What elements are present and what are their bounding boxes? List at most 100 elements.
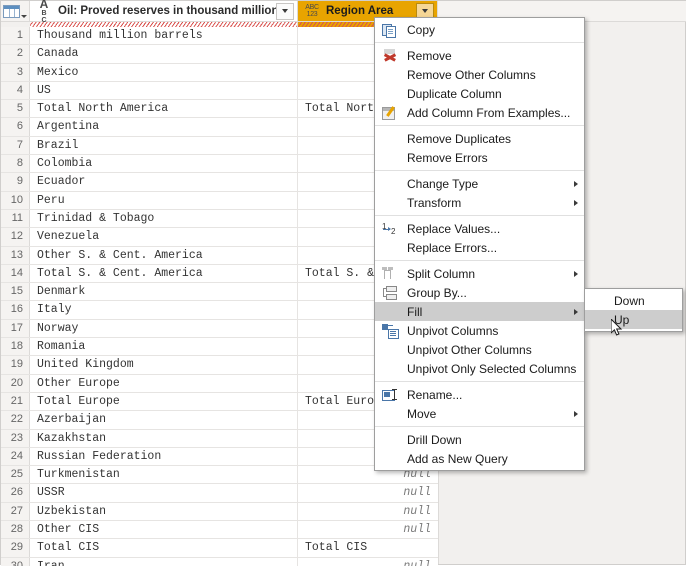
menu-item-remove-duplicates[interactable]: Remove Duplicates (375, 129, 584, 148)
cell-oil-proved-reserves[interactable]: Azerbaijan (30, 411, 298, 429)
cell-oil-proved-reserves[interactable]: Italy (30, 301, 298, 319)
table-row[interactable]: 5 Total North America Total North America (1, 100, 438, 119)
table-row[interactable]: 8 Colombia (1, 155, 438, 174)
table-row[interactable]: 22 Azerbaijan (1, 411, 438, 430)
menu-item-add-column-from-examples[interactable]: Add Column From Examples... (375, 103, 584, 122)
table-row[interactable]: 14Total S. & Cent. AmericaTotal S. & Cen… (1, 264, 438, 284)
table-row[interactable]: 26 USSR null (1, 484, 438, 503)
table-row[interactable]: 10 Peru (1, 191, 438, 210)
cell-oil-proved-reserves[interactable]: Total North America (30, 100, 298, 118)
table-row[interactable]: 3 Mexico (1, 63, 438, 82)
table-row[interactable]: 11 Trinidad & Tobago (1, 209, 438, 229)
cell-oil-proved-reserves[interactable]: Colombia (30, 155, 298, 173)
cell-region-area[interactable]: null (298, 521, 438, 538)
row-number: 2 (1, 45, 30, 63)
table-row[interactable]: 19 United Kingdom (1, 356, 438, 375)
cell-oil-proved-reserves[interactable]: Uzbekistan (30, 502, 298, 521)
table-row[interactable]: 6 Argentina (1, 118, 438, 137)
menu-item-remove-other-columns[interactable]: Remove Other Columns (375, 65, 584, 84)
menu-item-unpivot-only-selected-columns[interactable]: Unpivot Only Selected Columns (375, 359, 584, 378)
menu-item-transform[interactable]: Transform (375, 193, 584, 212)
menu-item-split-column[interactable]: Split Column (375, 264, 584, 283)
table-row[interactable]: 16 Italy (1, 301, 438, 320)
table-row[interactable]: 27 Uzbekistan null (1, 502, 438, 522)
menu-item-group-by[interactable]: Group By... (375, 283, 584, 302)
table-row[interactable]: 13 Other S. & Cent. America (1, 246, 438, 265)
table-row[interactable]: 1 Thousand million barrels (1, 27, 438, 46)
menu-item-icon-slot (375, 20, 405, 39)
cell-oil-proved-reserves[interactable]: Russian Federation (30, 447, 298, 466)
cell-oil-proved-reserves[interactable]: Total Europe (30, 392, 298, 411)
table-row[interactable]: 18 Romania (1, 338, 438, 357)
menu-item-label: Remove Duplicates (407, 131, 512, 146)
cell-oil-proved-reserves[interactable]: USSR (30, 484, 298, 502)
menu-item-fill[interactable]: Fill (375, 302, 584, 321)
cell-oil-proved-reserves[interactable]: United Kingdom (30, 356, 298, 374)
cell-oil-proved-reserves[interactable]: Romania (30, 338, 298, 356)
table-row[interactable]: 9 Ecuador (1, 173, 438, 192)
cell-oil-proved-reserves[interactable]: Venezuela (30, 228, 298, 246)
cell-oil-proved-reserves[interactable]: Norway (30, 319, 298, 338)
table-row[interactable]: 20 Other Europe (1, 374, 438, 393)
menu-item-copy[interactable]: Copy (375, 20, 584, 39)
type-icon-line2: 123 (306, 11, 318, 18)
table-row[interactable]: 24 Russian Federation (1, 447, 438, 467)
grid-corner-button[interactable] (1, 1, 30, 22)
cell-oil-proved-reserves[interactable]: Total S. & Cent. America (30, 264, 298, 283)
cell-oil-proved-reserves[interactable]: Other S. & Cent. America (30, 246, 298, 264)
table-row[interactable]: 7 Brazil (1, 136, 438, 156)
cell-oil-proved-reserves[interactable]: Denmark (30, 283, 298, 301)
cell-oil-proved-reserves[interactable]: Mexico (30, 63, 298, 81)
cell-oil-proved-reserves[interactable]: Thousand million barrels (30, 27, 298, 45)
fill-submenu-item-down[interactable]: Down (585, 291, 682, 310)
menu-item-unpivot-other-columns[interactable]: Unpivot Other Columns (375, 340, 584, 359)
cell-region-area[interactable]: null (298, 484, 438, 501)
cell-oil-proved-reserves[interactable]: Total CIS (30, 539, 298, 557)
table-row[interactable]: 4 US (1, 81, 438, 101)
fill-submenu[interactable]: Down Up (584, 288, 683, 332)
table-row[interactable]: 12 Venezuela (1, 228, 438, 247)
menu-item-rename[interactable]: Rename... (375, 385, 584, 404)
menu-item-unpivot-columns[interactable]: Unpivot Columns (375, 321, 584, 340)
cell-oil-proved-reserves[interactable]: Argentina (30, 118, 298, 136)
row-number: 7 (1, 136, 30, 155)
column-header-oil-proved-reserves[interactable]: ABC Oil: Proved reserves in thousand mil… (30, 0, 298, 24)
table-row[interactable]: 2 Canada (1, 45, 438, 64)
row-number: 10 (1, 191, 30, 209)
cell-oil-proved-reserves[interactable]: Kazakhstan (30, 429, 298, 447)
column-context-menu[interactable]: Copy Remove Remove Other Columns Duplicate … (374, 17, 585, 471)
column-filter-dropdown-1[interactable] (276, 2, 294, 20)
menu-item-icon-slot (375, 321, 405, 340)
cell-oil-proved-reserves[interactable]: Trinidad & Tobago (30, 209, 298, 228)
menu-item-add-as-new-query[interactable]: Add as New Query (375, 449, 584, 468)
menu-item-replace-errors[interactable]: Replace Errors... (375, 238, 584, 257)
data-grid[interactable]: 1 Thousand million barrels 2 Canada 3 Mexico 4… (1, 27, 438, 566)
cell-oil-proved-reserves[interactable]: Other Europe (30, 374, 298, 392)
submenu-arrow-icon (568, 199, 584, 206)
table-row[interactable]: 28 Other CIS null (1, 521, 438, 540)
cell-oil-proved-reserves[interactable]: US (30, 81, 298, 100)
fill-submenu-item-up[interactable]: Up (585, 310, 682, 329)
cell-oil-proved-reserves[interactable]: Ecuador (30, 173, 298, 191)
cell-oil-proved-reserves[interactable]: Other CIS (30, 521, 298, 539)
cell-oil-proved-reserves[interactable]: Turkmenistan (30, 466, 298, 484)
menu-item-remove[interactable]: Remove (375, 46, 584, 65)
menu-item-replace-values[interactable]: 1 2 Replace Values... (375, 219, 584, 238)
table-row[interactable]: 17 Norway (1, 319, 438, 339)
cell-region-area[interactable]: null (298, 503, 438, 520)
menu-item-drill-down[interactable]: Drill Down (375, 430, 584, 449)
menu-item-change-type[interactable]: Change Type (375, 174, 584, 193)
menu-item-icon-slot (375, 385, 405, 404)
cell-oil-proved-reserves[interactable]: Brazil (30, 136, 298, 155)
table-row[interactable]: 25 Turkmenistan null (1, 466, 438, 485)
cell-region-area[interactable]: Total CIS (298, 539, 438, 556)
table-row[interactable]: 15 Denmark (1, 283, 438, 302)
menu-item-duplicate-column[interactable]: Duplicate Column (375, 84, 584, 103)
cell-oil-proved-reserves[interactable]: Canada (30, 45, 298, 63)
table-row[interactable]: 23 Kazakhstan (1, 429, 438, 448)
menu-item-remove-errors[interactable]: Remove Errors (375, 148, 584, 167)
table-row[interactable]: 29 Total CIS Total CIS (1, 539, 438, 558)
table-row[interactable]: 21 Total Europe Total Europe (1, 392, 438, 412)
cell-oil-proved-reserves[interactable]: Peru (30, 191, 298, 209)
menu-item-move[interactable]: Move (375, 404, 584, 423)
